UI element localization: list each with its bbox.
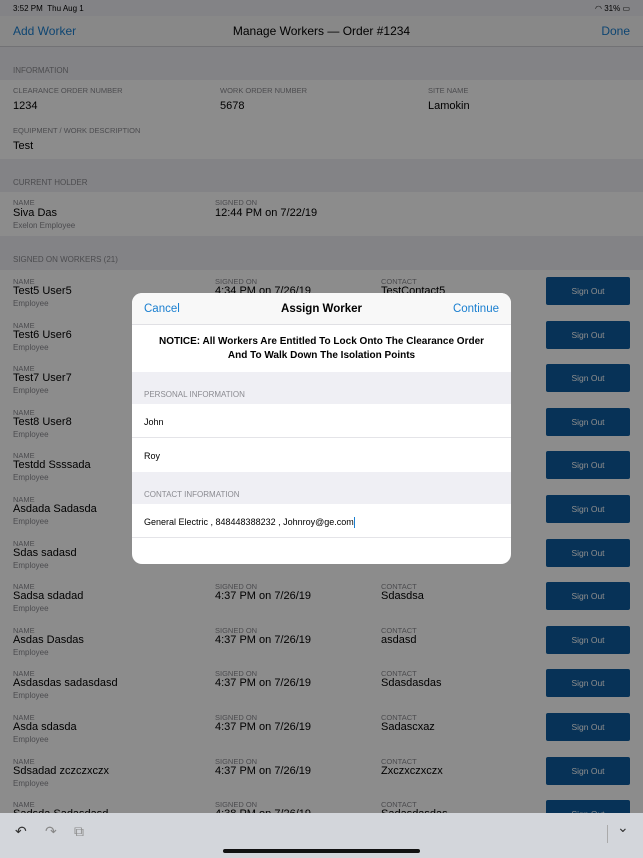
personal-info-header: PERSONAL INFORMATION — [132, 372, 511, 404]
assign-worker-dialog: Cancel Assign Worker Continue NOTICE: Al… — [132, 293, 511, 564]
paste-icon[interactable]: ⧉ — [74, 823, 84, 840]
home-indicator — [223, 849, 420, 853]
notice-text: NOTICE: All Workers Are Entitled To Lock… — [132, 325, 511, 372]
redo-icon[interactable]: ↷ — [45, 823, 57, 840]
continue-button[interactable]: Continue — [453, 303, 499, 315]
undo-icon[interactable]: ↶ — [15, 823, 27, 840]
contact-value: General Electric , 848448388232 , Johnro… — [144, 517, 354, 527]
contact-info-header: CONTACT INFORMATION — [132, 472, 511, 504]
first-name-field[interactable]: John — [132, 404, 511, 438]
divider — [607, 825, 608, 843]
text-cursor — [353, 517, 355, 529]
last-name-field[interactable]: Roy — [132, 438, 511, 472]
notice-line: NOTICE: All Workers Are Entitled To Lock… — [158, 336, 485, 347]
hide-keyboard-icon[interactable]: ⌄ — [617, 819, 629, 836]
notice-line: And To Walk Down The Isolation Points — [227, 350, 416, 361]
contact-field[interactable]: General Electric , 848448388232 , Johnro… — [132, 504, 511, 538]
extra-field[interactable] — [132, 538, 511, 564]
